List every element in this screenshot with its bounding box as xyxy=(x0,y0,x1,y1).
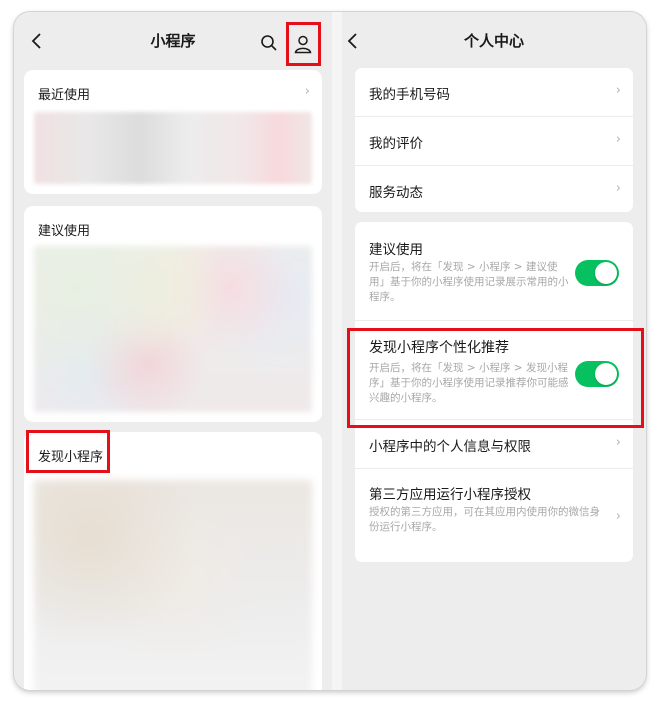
nav-bar: 小程序 xyxy=(14,12,332,70)
recent-label: 最近使用 xyxy=(38,88,91,103)
account-settings-group: 我的手机号码 › 我的评价 › 服务动态 › xyxy=(355,68,633,212)
list-item-label: 第三方应用运行小程序授权 xyxy=(369,487,531,503)
chevron-right-icon: › xyxy=(615,132,621,147)
chevron-right-icon: › xyxy=(615,435,621,450)
list-item-label: 小程序中的个人信息与权限 xyxy=(369,439,531,455)
list-item-reviews[interactable]: 我的评价 › xyxy=(355,117,633,166)
list-item-label: 服务动态 xyxy=(369,185,423,201)
setting-description: 开启后，将在「发现 > 小程序 > 建议使用」基于你的小程序使用记录展示常用的小… xyxy=(369,261,569,303)
recent-card[interactable]: 最近使用 › xyxy=(24,70,322,194)
blurred-app-grid xyxy=(34,246,312,412)
pane-divider xyxy=(332,12,342,690)
mini-programs-pane: 小程序 最近使用 › 建议使用 发现小程序 xyxy=(14,12,332,690)
chevron-right-icon: › xyxy=(304,84,310,99)
discover-label-highlight xyxy=(26,430,110,473)
page-title: 个人中心 xyxy=(463,32,524,50)
list-item-label: 我的评价 xyxy=(369,136,423,152)
list-item-third-party-auth[interactable]: 第三方应用运行小程序授权 授权的第三方应用，可在其应用内使用你的微信身份运行小程… xyxy=(355,469,633,563)
blurred-app-list xyxy=(34,112,312,184)
search-icon[interactable] xyxy=(260,34,278,52)
list-item-service-updates[interactable]: 服务动态 › xyxy=(355,166,633,214)
list-item-phone[interactable]: 我的手机号码 › xyxy=(355,68,633,117)
chevron-right-icon: › xyxy=(615,509,621,524)
setting-label: 建议使用 xyxy=(369,242,423,258)
nav-bar: 个人中心 xyxy=(342,12,646,70)
list-item-label: 我的手机号码 xyxy=(369,87,450,103)
list-item-suggested-use: 建议使用 开启后，将在「发现 > 小程序 > 建议使用」基于你的小程序使用记录展… xyxy=(355,222,633,321)
page-title: 小程序 xyxy=(150,32,196,50)
chevron-right-icon: › xyxy=(615,83,621,98)
screenshot-frame: 小程序 最近使用 › 建议使用 发现小程序 个人中心 我的手机号码 › 我的评价… xyxy=(14,12,646,690)
suggested-label: 建议使用 xyxy=(38,224,91,239)
suggested-use-toggle[interactable] xyxy=(575,260,619,286)
personal-center-pane: 个人中心 我的手机号码 › 我的评价 › 服务动态 › 建议使用 开启后，将在「… xyxy=(342,12,646,690)
user-icon-highlight xyxy=(286,22,321,66)
setting-description: 授权的第三方应用，可在其应用内使用你的微信身份运行小程序。 xyxy=(369,506,600,533)
personalized-recommend-highlight xyxy=(347,328,644,428)
suggested-card: 建议使用 xyxy=(24,206,322,422)
blurred-discover-content xyxy=(34,480,312,690)
chevron-right-icon: › xyxy=(615,181,621,196)
toggle-knob xyxy=(595,262,617,284)
